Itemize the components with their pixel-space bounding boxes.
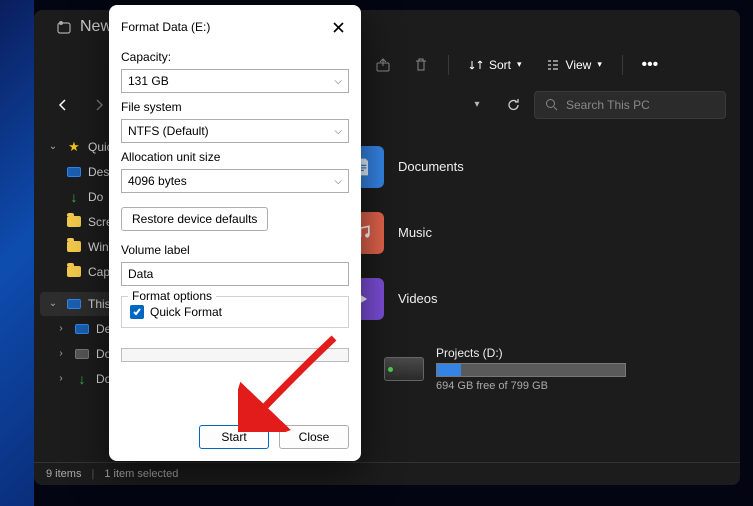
aus-value: 4096 bytes — [128, 174, 187, 188]
new-tab-label: New — [80, 18, 112, 36]
address-chevron[interactable]: ▾ — [462, 90, 492, 120]
chevron-down-icon: ▾ — [517, 59, 522, 70]
share-button[interactable] — [366, 50, 400, 80]
checkbox-checked-icon — [130, 305, 144, 319]
drive-projects[interactable]: Projects (D:) 694 GB free of 799 GB — [384, 346, 626, 392]
capacity-combo[interactable]: 131 GB ⌵ — [121, 69, 349, 93]
capacity-label: Capacity: — [121, 50, 349, 64]
back-button[interactable] — [48, 90, 78, 120]
quick-format-label: Quick Format — [150, 305, 222, 319]
close-button[interactable] — [327, 16, 349, 38]
dialog-title: Format Data (E:) — [121, 20, 210, 34]
pc-icon — [67, 299, 81, 309]
sidebar-item-label: Des — [88, 165, 109, 179]
quick-format-checkbox[interactable]: Quick Format — [130, 305, 340, 319]
plus-tab-icon — [56, 19, 72, 35]
sidebar-item-label: Cap — [88, 265, 110, 279]
start-button[interactable]: Start — [199, 425, 269, 449]
download-icon: ↓ — [71, 189, 78, 205]
format-options-group: Format options Quick Format — [121, 296, 349, 328]
close-icon — [333, 22, 344, 33]
sort-icon — [469, 58, 483, 72]
search-icon — [545, 98, 558, 111]
status-items: 9 items — [46, 468, 81, 480]
drive-usage-bar — [436, 363, 626, 377]
sort-menu[interactable]: Sort ▾ — [459, 54, 532, 76]
folder-label: Videos — [398, 291, 438, 306]
folder-label: Documents — [398, 159, 464, 174]
folder-label: Music — [398, 225, 432, 240]
format-progress — [121, 348, 349, 362]
drive-name: Projects (D:) — [436, 346, 626, 360]
share-icon — [375, 57, 391, 73]
drive-icon — [384, 357, 424, 381]
aus-combo[interactable]: 4096 bytes ⌵ — [121, 169, 349, 193]
filesystem-combo[interactable]: NTFS (Default) ⌵ — [121, 119, 349, 143]
chevron-down-icon: ⌵ — [334, 76, 342, 87]
refresh-button[interactable] — [498, 90, 528, 120]
volume-input-wrapper — [121, 262, 349, 286]
filesystem-label: File system — [121, 100, 349, 114]
more-button[interactable]: ••• — [633, 50, 667, 80]
search-placeholder: Search This PC — [566, 98, 650, 112]
download-icon: ↓ — [79, 371, 86, 387]
status-bar: 9 items | 1 item selected — [34, 462, 740, 485]
view-label: View — [566, 58, 592, 72]
restore-defaults-button[interactable]: Restore device defaults — [121, 207, 268, 231]
refresh-icon — [506, 97, 521, 112]
arrow-left-icon — [56, 98, 70, 112]
arrow-right-icon — [92, 98, 106, 112]
volume-input[interactable] — [128, 267, 342, 281]
chevron-down-icon: ⌵ — [334, 126, 342, 137]
view-icon — [546, 58, 560, 72]
folder-icon — [67, 216, 81, 227]
close-dialog-button[interactable]: Close — [279, 425, 349, 449]
filesystem-value: NTFS (Default) — [128, 124, 209, 138]
search-box[interactable]: Search This PC — [534, 91, 726, 119]
status-selected: 1 item selected — [104, 468, 178, 480]
star-icon: ★ — [68, 139, 80, 155]
delete-button[interactable] — [404, 50, 438, 80]
folder-icon — [67, 266, 81, 277]
capacity-value: 131 GB — [128, 74, 169, 88]
desktop-icon — [75, 324, 89, 334]
sort-label: Sort — [489, 58, 511, 72]
format-options-legend: Format options — [128, 289, 216, 303]
format-dialog: Format Data (E:) Capacity: 131 GB ⌵ File… — [109, 5, 361, 461]
aus-label: Allocation unit size — [121, 150, 349, 164]
trash-icon — [413, 57, 429, 73]
sidebar-item-label: Do — [88, 190, 103, 204]
drive-free: 694 GB free of 799 GB — [436, 380, 626, 392]
view-menu[interactable]: View ▾ — [536, 54, 612, 76]
desktop-icon — [67, 167, 81, 177]
documents-icon — [75, 349, 89, 359]
sidebar-item-label: Win — [88, 240, 109, 254]
desktop-edge — [0, 0, 34, 506]
chevron-down-icon: ▾ — [597, 59, 602, 70]
chevron-down-icon: ⌵ — [334, 176, 342, 187]
volume-label: Volume label — [121, 243, 349, 257]
folder-icon — [67, 241, 81, 252]
